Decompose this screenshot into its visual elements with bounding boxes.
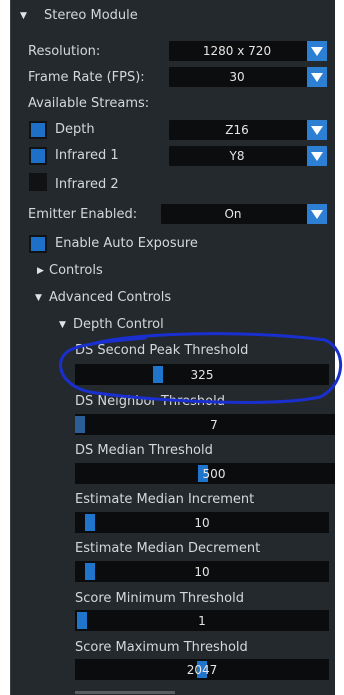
ds-median-threshold-slider[interactable]: 500 bbox=[75, 463, 335, 484]
ds-second-peak-threshold-slider[interactable]: 325 bbox=[75, 364, 329, 385]
collapse-arrow-icon[interactable]: ▼ bbox=[20, 11, 27, 21]
resolution-dropdown[interactable]: 1280 x 720 bbox=[169, 41, 327, 61]
resolution-label: Resolution: bbox=[28, 44, 101, 59]
frame-rate-value: 30 bbox=[229, 70, 245, 84]
expand-arrow-icon[interactable]: ▶ bbox=[37, 266, 44, 276]
edge-mark bbox=[336, 6, 344, 22]
collapse-arrow-icon[interactable]: ▼ bbox=[59, 320, 66, 330]
slider-value: 1 bbox=[198, 614, 206, 628]
infrared-1-checkbox[interactable] bbox=[29, 147, 47, 165]
stereo-module-panel: ▼ Stereo Module Resolution: 1280 x 720 F… bbox=[10, 0, 335, 695]
slider-label: Estimate Median Decrement bbox=[75, 541, 261, 556]
next-slider-label-cutoff bbox=[75, 688, 195, 695]
slider-label: DS Neighbor Threshold bbox=[75, 394, 225, 409]
slider-label: Estimate Median Increment bbox=[75, 492, 255, 507]
frame-rate-dropdown[interactable]: 30 bbox=[169, 67, 327, 87]
depth-control-section[interactable]: Depth Control bbox=[73, 317, 164, 333]
depth-format-value: Z16 bbox=[225, 123, 249, 137]
auto-exposure-checkbox[interactable] bbox=[29, 235, 47, 253]
estimate-median-increment-slider[interactable]: 10 bbox=[75, 512, 329, 533]
infrared-2-checkbox[interactable] bbox=[29, 173, 47, 191]
module-title[interactable]: Stereo Module bbox=[44, 8, 138, 24]
slider-value: 500 bbox=[202, 467, 226, 481]
text-fragment bbox=[75, 691, 175, 694]
chevron-down-icon[interactable] bbox=[307, 41, 327, 61]
infrared-1-format-dropdown[interactable]: Y8 bbox=[169, 146, 327, 166]
frame-rate-label: Frame Rate (FPS): bbox=[28, 70, 145, 85]
available-streams-label: Available Streams: bbox=[28, 96, 150, 111]
slider-label: DS Second Peak Threshold bbox=[75, 343, 249, 358]
chevron-down-icon[interactable] bbox=[307, 146, 327, 166]
slider-label: Score Maximum Threshold bbox=[75, 640, 248, 655]
depth-stream-label: Depth bbox=[55, 122, 95, 137]
slider-value: 7 bbox=[210, 418, 218, 432]
resolution-value: 1280 x 720 bbox=[202, 44, 272, 58]
score-minimum-threshold-slider[interactable]: 1 bbox=[75, 610, 329, 631]
slider-label: DS Median Threshold bbox=[75, 443, 213, 458]
infrared-1-format-value: Y8 bbox=[229, 149, 245, 163]
auto-exposure-label: Enable Auto Exposure bbox=[55, 236, 198, 251]
chevron-down-icon[interactable] bbox=[307, 204, 327, 224]
advanced-controls-section[interactable]: Advanced Controls bbox=[49, 290, 171, 306]
emitter-value: On bbox=[224, 207, 242, 221]
slider-value: 10 bbox=[194, 516, 210, 530]
slider-value: 325 bbox=[190, 368, 214, 382]
emitter-enabled-label: Emitter Enabled: bbox=[28, 207, 138, 222]
checkbox-fill bbox=[31, 237, 45, 251]
emitter-dropdown[interactable]: On bbox=[161, 204, 327, 224]
checkbox-fill bbox=[31, 149, 45, 163]
chevron-down-icon[interactable] bbox=[307, 67, 327, 87]
collapse-arrow-icon[interactable]: ▼ bbox=[35, 293, 42, 303]
slider-value: 2047 bbox=[186, 663, 218, 677]
infrared-2-label: Infrared 2 bbox=[55, 177, 119, 192]
depth-format-dropdown[interactable]: Z16 bbox=[169, 120, 327, 140]
slider-label: Score Minimum Threshold bbox=[75, 591, 244, 606]
estimate-median-decrement-slider[interactable]: 10 bbox=[75, 561, 329, 582]
controls-section[interactable]: Controls bbox=[49, 263, 103, 279]
score-maximum-threshold-slider[interactable]: 2047 bbox=[75, 659, 329, 680]
infrared-1-label: Infrared 1 bbox=[55, 148, 119, 163]
chevron-down-icon[interactable] bbox=[307, 120, 327, 140]
depth-stream-checkbox[interactable] bbox=[29, 121, 47, 139]
slider-value: 10 bbox=[194, 565, 210, 579]
checkbox-fill bbox=[31, 123, 45, 137]
ds-neighbor-threshold-slider[interactable]: 7 bbox=[75, 414, 335, 435]
